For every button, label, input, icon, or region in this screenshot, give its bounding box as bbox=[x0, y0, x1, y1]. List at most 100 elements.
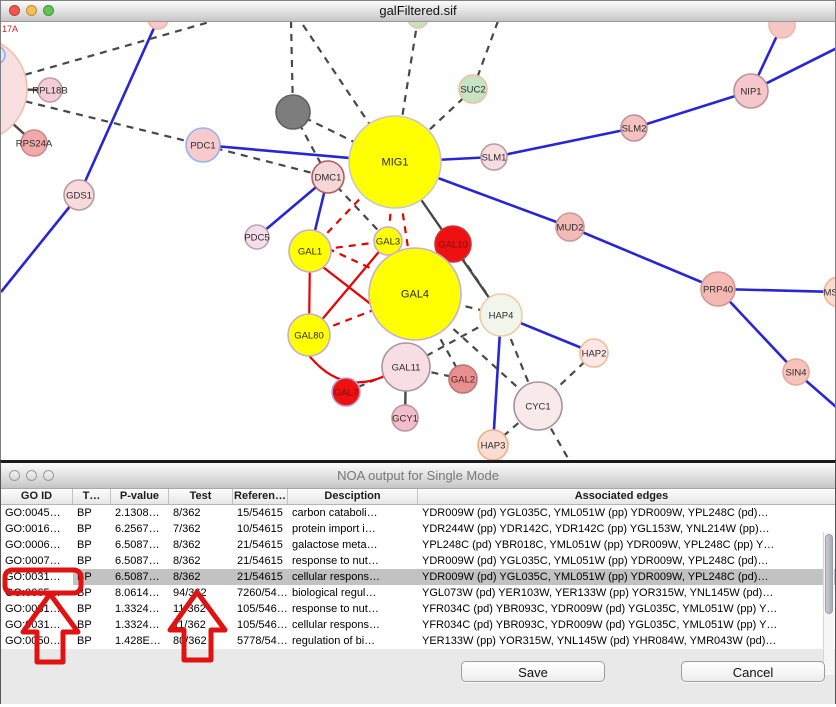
table-cell: 1.3324… bbox=[111, 601, 169, 617]
table-cell: GO:0006… bbox=[1, 537, 73, 553]
table-cell: BP bbox=[73, 521, 111, 537]
table-row[interactable]: GO:0065…BP8.0614…94/3627260/54…biologica… bbox=[1, 585, 835, 601]
table-cell: GO:0031… bbox=[1, 601, 73, 617]
node-label-nip1: NIP1 bbox=[740, 87, 761, 98]
node-label-slm1: SLM1 bbox=[482, 153, 507, 164]
table-cell: 21/54615 bbox=[233, 569, 288, 585]
table-cell: 2.1308… bbox=[111, 505, 169, 521]
table-cell: 1.3324… bbox=[111, 617, 169, 633]
table-header-row: GO IDT…P-valueTestReferen…DesciptionAsso… bbox=[1, 489, 835, 505]
table-cell: GO:0045… bbox=[1, 505, 73, 521]
table-cell: YDR009W (pd) YGL035C, YML051W (pp) YDR00… bbox=[418, 553, 825, 569]
node-label-cyc1: CYC1 bbox=[525, 402, 550, 413]
table-cell: 10/54615 bbox=[233, 521, 288, 537]
node-label-prp40: PRP40 bbox=[703, 285, 733, 296]
table-cell: biological regul… bbox=[288, 585, 418, 601]
table-cell: regulation of bi… bbox=[288, 633, 418, 649]
table-row[interactable]: GO:0007…BP6.5087…8/36221/54615response t… bbox=[1, 553, 835, 569]
column-header-test[interactable]: Test bbox=[169, 489, 233, 504]
save-button[interactable]: Save bbox=[461, 661, 605, 682]
column-header-go-id[interactable]: GO ID bbox=[1, 489, 73, 504]
node-label-dmc1: DMC1 bbox=[315, 173, 342, 184]
node-greentop[interactable] bbox=[408, 22, 428, 28]
table-row[interactable]: GO:0031…BP1.3324…11/362105/546…cellular … bbox=[1, 617, 835, 633]
table-row[interactable]: GO:0050…BP1.428E…80/3625778/54…regulatio… bbox=[1, 633, 835, 649]
node-topnode1[interactable] bbox=[148, 22, 168, 29]
traffic-lights bbox=[9, 5, 54, 16]
graph-window-title: galFiltered.sif bbox=[379, 3, 456, 18]
table-cell: 6.5087… bbox=[111, 537, 169, 553]
close-icon[interactable] bbox=[9, 5, 20, 16]
table-cell: response to nut… bbox=[288, 601, 418, 617]
column-header-associated-edges[interactable]: Associated edges bbox=[418, 489, 825, 504]
table-body: GO:0045…BP2.1308…8/36215/54615carbon cat… bbox=[1, 505, 835, 649]
table-cell: 15/54615 bbox=[233, 505, 288, 521]
table-cell: BP bbox=[73, 633, 111, 649]
column-header-t-[interactable]: T… bbox=[73, 489, 111, 504]
node-topright[interactable] bbox=[769, 22, 795, 38]
table-row[interactable]: GO:0006…BP6.5087…8/36221/54615galactose … bbox=[1, 537, 835, 553]
table-row[interactable]: GO:0031…BP6.5087…8/36221/54615cellular r… bbox=[1, 569, 835, 585]
cancel-button[interactable]: Cancel bbox=[681, 661, 825, 682]
graph-edge bbox=[494, 128, 634, 157]
noa-window-titlebar[interactable]: NOA output for Single Mode bbox=[1, 463, 835, 489]
table-cell: GO:0031… bbox=[1, 569, 73, 585]
table-cell: cellular respons… bbox=[288, 617, 418, 633]
node-label-gcy1: GCY1 bbox=[392, 414, 418, 425]
table-row[interactable]: GO:0045…BP2.1308…8/36215/54615carbon cat… bbox=[1, 505, 835, 521]
table-cell: 6.2567… bbox=[111, 521, 169, 537]
table-cell: 21/54615 bbox=[233, 553, 288, 569]
table-cell: 8/362 bbox=[169, 505, 233, 521]
table-cell: protein import i… bbox=[288, 521, 418, 537]
table-cell: response to nut… bbox=[288, 553, 418, 569]
node-label-gds1: GDS1 bbox=[66, 191, 92, 202]
button-panel: Save Cancel bbox=[1, 661, 836, 687]
table-cell: 11/362 bbox=[169, 601, 233, 617]
table-cell: YDR009W (pd) YGL035C, YML051W (pp) YDR00… bbox=[418, 505, 825, 521]
column-header-referen-[interactable]: Referen… bbox=[233, 489, 288, 504]
graph-edge bbox=[1, 22, 213, 89]
table-row[interactable]: GO:0031…BP1.3324…11/362105/546…response … bbox=[1, 601, 835, 617]
table-cell: BP bbox=[73, 505, 111, 521]
vertical-scrollbar[interactable] bbox=[823, 532, 834, 675]
table-cell: cellular respons… bbox=[288, 569, 418, 585]
node-label-gal2: GAL2 bbox=[451, 375, 475, 386]
minimize-icon[interactable] bbox=[26, 5, 37, 16]
table-cell: BP bbox=[73, 585, 111, 601]
node-label-pdc1: PDC1 bbox=[190, 141, 215, 152]
table-cell: YFR034C (pd) YBR093C, YDR009W (pd) YGL03… bbox=[418, 617, 825, 633]
table-cell: BP bbox=[73, 601, 111, 617]
table-cell: GO:0065… bbox=[1, 585, 73, 601]
table-cell: 105/546… bbox=[233, 617, 288, 633]
graph-window-titlebar[interactable]: galFiltered.sif bbox=[1, 1, 835, 22]
clipped-node-label: 17A bbox=[2, 24, 18, 34]
close-icon[interactable] bbox=[9, 470, 20, 481]
noa-output-window: NOA output for Single Mode GO IDT…P-valu… bbox=[0, 460, 836, 704]
network-canvas[interactable]: RPL18BRPS24AGDS1PDC1SUC2MIG1DMC1SLM1SLM2… bbox=[1, 22, 835, 460]
zoom-icon[interactable] bbox=[43, 5, 54, 16]
node-darkgray[interactable] bbox=[276, 95, 310, 129]
table-cell: 7/362 bbox=[169, 521, 233, 537]
scrollbar-thumb[interactable] bbox=[825, 534, 833, 614]
table-cell: 8/362 bbox=[169, 569, 233, 585]
table-cell: 1.428E… bbox=[111, 633, 169, 649]
table-cell: YFR034C (pd) YBR093C, YDR009W (pd) YGL03… bbox=[418, 601, 825, 617]
table-cell: YPL248C (pd) YBR018C, YML051W (pp) YDR00… bbox=[418, 537, 825, 553]
table-cell: 8/362 bbox=[169, 553, 233, 569]
table-cell: 21/54615 bbox=[233, 537, 288, 553]
graph-window: galFiltered.sif RPL18BRPS24AGDS1PDC1SUC2… bbox=[0, 0, 836, 460]
table-cell: 8/362 bbox=[169, 537, 233, 553]
node-label-gal11: GAL11 bbox=[392, 363, 421, 374]
table-row[interactable]: GO:0016…BP6.2567…7/36210/54615protein im… bbox=[1, 521, 835, 537]
minimize-icon[interactable] bbox=[26, 470, 37, 481]
column-header-p-value[interactable]: P-value bbox=[111, 489, 169, 504]
node-label-gal7: GAL7 bbox=[334, 388, 358, 399]
node-label-mud2: MUD2 bbox=[557, 223, 584, 234]
table-cell: YER133W (pp) YOR315W, YNL145W (pd) YHR08… bbox=[418, 633, 825, 649]
table-cell: 80/362 bbox=[169, 633, 233, 649]
column-header-desciption[interactable]: Desciption bbox=[288, 489, 418, 504]
zoom-icon[interactable] bbox=[43, 470, 54, 481]
table-cell: BP bbox=[73, 617, 111, 633]
node-label-gal1: GAL1 bbox=[298, 247, 322, 258]
table-cell: YGL073W (pd) YER103W, YER133W (pp) YOR31… bbox=[418, 585, 825, 601]
